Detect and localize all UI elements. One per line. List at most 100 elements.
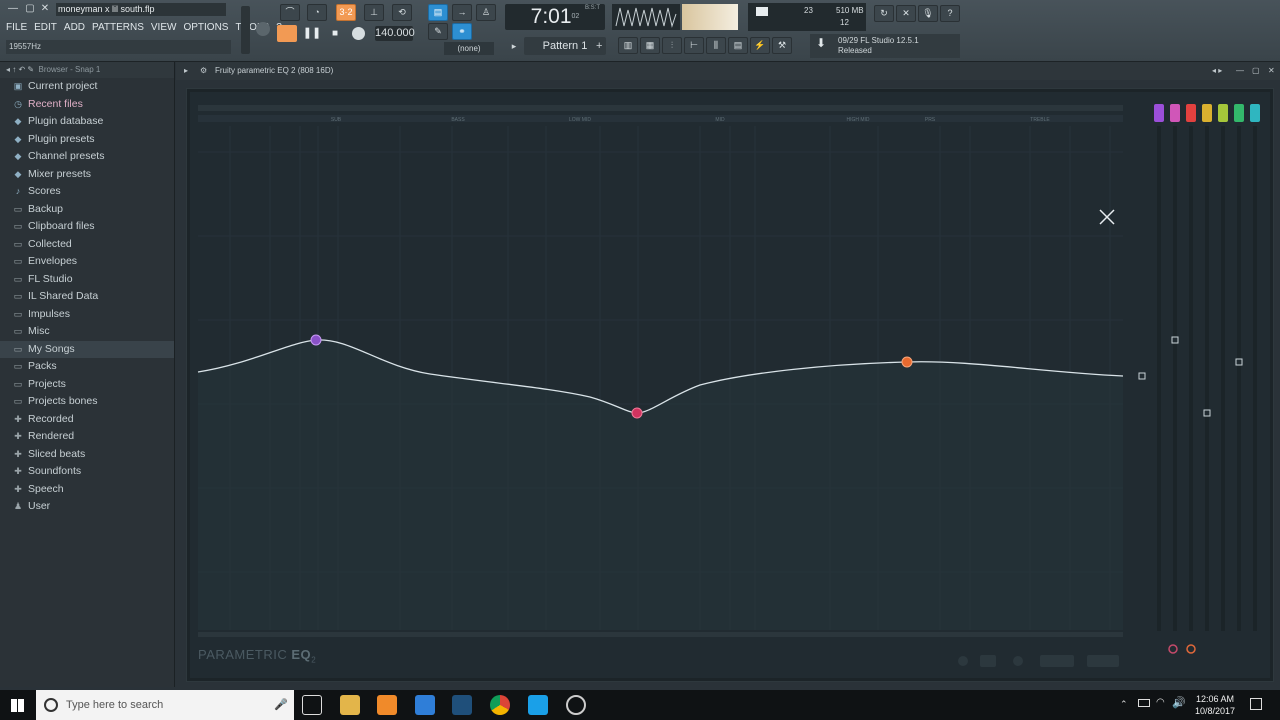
browser-item[interactable]: ✚ Soundfonts <box>0 463 174 481</box>
band-handle-6[interactable] <box>901 356 913 368</box>
band-tab-5[interactable] <box>1218 104 1228 122</box>
app-blue-icon[interactable] <box>415 695 435 715</box>
browser-item[interactable]: ▭ Misc <box>0 323 174 341</box>
browser-item[interactable]: ▭ Collected <box>0 236 174 254</box>
browser-item[interactable]: ▭ Projects <box>0 376 174 394</box>
tempo-display[interactable]: 140.000 <box>375 26 415 41</box>
minimize-icon[interactable]: — <box>7 3 19 15</box>
highcut-knob[interactable] <box>1186 644 1196 654</box>
band-tab-7[interactable] <box>1250 104 1260 122</box>
browser-item[interactable]: ▭ Projects bones <box>0 393 174 411</box>
browser-item[interactable]: ◆ Channel presets <box>0 148 174 166</box>
eq-graph[interactable]: SUB BASS LOW MID MID HIGH MID PRS TREBLE <box>190 92 1270 678</box>
close-icon[interactable]: ✕ <box>39 3 51 15</box>
add-pattern-icon[interactable]: + <box>596 38 608 54</box>
restore-icon[interactable]: ▢ <box>24 3 36 15</box>
skype-icon[interactable] <box>528 695 548 715</box>
menu-edit[interactable]: EDIT <box>34 21 57 35</box>
master-pitch-knob[interactable] <box>256 22 270 36</box>
check-icon[interactable] <box>1013 656 1023 666</box>
band-slider-track[interactable] <box>1189 126 1193 631</box>
notifications-icon[interactable] <box>1250 698 1262 710</box>
menu-add[interactable]: ADD <box>64 21 85 35</box>
browser-item[interactable]: ▭ Impulses <box>0 306 174 324</box>
brush-icon[interactable]: ✎ <box>428 23 448 40</box>
compare-button[interactable] <box>1087 655 1119 667</box>
stop-icon[interactable]: ■ <box>327 25 343 42</box>
browser-item[interactable]: ♟ User <box>0 498 174 516</box>
app-circle-icon[interactable] <box>566 695 586 715</box>
browser-item[interactable]: ◆ Plugin presets <box>0 131 174 149</box>
band-tab-2[interactable] <box>1170 104 1180 122</box>
wait-button[interactable]: ◔ <box>307 4 327 21</box>
windows-start-icon[interactable] <box>11 699 24 712</box>
browser-tree-icon[interactable]: ⊢ <box>684 37 704 54</box>
step-edit-button[interactable]: ⊥ <box>364 4 384 21</box>
menu-options[interactable]: OPTIONS <box>183 21 228 35</box>
browser-item[interactable]: ▭ FL Studio <box>0 271 174 289</box>
browser-item[interactable]: ▣ Current project <box>0 78 174 96</box>
plugin-options-gear-icon[interactable]: ⚙ <box>200 62 207 80</box>
band-tab-4[interactable] <box>1202 104 1212 122</box>
browser-item[interactable]: ✚ Rendered <box>0 428 174 446</box>
plugin-menu-arrow-icon[interactable]: ▸ <box>184 62 188 80</box>
undo-icon[interactable]: ↻ <box>874 5 894 22</box>
browser-item[interactable]: ▭ My Songs <box>0 340 174 358</box>
master-volume-slider[interactable] <box>241 6 250 54</box>
band-level-sliders[interactable] <box>1138 126 1257 631</box>
band-tab-3[interactable] <box>1186 104 1196 122</box>
news-panel[interactable]: ⬇ 09/29 FL Studio 12.5.1 Released <box>810 34 960 58</box>
help-icon[interactable]: ? <box>940 5 960 22</box>
monitor-button[interactable] <box>1040 655 1074 667</box>
pattern-selector[interactable]: Pattern 1 <box>524 37 606 55</box>
master-gain-knob[interactable] <box>1138 372 1146 380</box>
band-3-knob[interactable] <box>631 407 643 419</box>
metronome-button[interactable]: ⌒ <box>280 4 300 21</box>
band-slider-track[interactable] <box>1237 126 1241 631</box>
band-slider-track[interactable] <box>1205 126 1209 631</box>
band-slider-knob[interactable] <box>1235 358 1243 366</box>
plugin-maximize-icon[interactable]: ▢ <box>1252 62 1260 80</box>
loop-record-button[interactable]: ⟲ <box>392 4 412 21</box>
plugin-close-icon[interactable]: ✕ <box>1268 62 1275 80</box>
link-icon[interactable]: ⚭ <box>452 23 472 40</box>
browser-item[interactable]: ▭ Clipboard files <box>0 218 174 236</box>
browser-item[interactable]: ▭ IL Shared Data <box>0 288 174 306</box>
battery-icon[interactable] <box>1138 699 1150 707</box>
browser-item[interactable]: ◷ Recent files <box>0 96 174 114</box>
band-slider-track[interactable] <box>1221 126 1225 631</box>
play-preview-icon[interactable] <box>958 656 968 666</box>
band-handle-1[interactable] <box>310 334 322 346</box>
countdown-button[interactable]: 3·2 <box>336 4 356 21</box>
menu-file[interactable]: FILE <box>6 21 27 35</box>
playlist-icon[interactable]: ▥ <box>618 37 638 54</box>
step-icon[interactable]: → <box>452 4 472 21</box>
band-6-knob[interactable] <box>901 356 913 368</box>
browser-item[interactable]: ◆ Mixer presets <box>0 166 174 184</box>
mic-icon[interactable]: 🎙 <box>918 5 938 22</box>
browser-nav-icon[interactable]: ◂ ↑ ↶ ✎ <box>6 65 39 74</box>
pattern-play-icon[interactable]: ▸ <box>506 38 522 54</box>
file-explorer-icon[interactable] <box>340 695 360 715</box>
band-slider-knob[interactable] <box>1203 409 1211 417</box>
steam-icon[interactable] <box>452 695 472 715</box>
chrome-icon[interactable] <box>490 695 510 715</box>
mic-icon[interactable]: 🎤 <box>274 690 288 720</box>
band-color-tabs[interactable] <box>1154 104 1260 122</box>
browser-item[interactable]: ▭ Envelopes <box>0 253 174 271</box>
pattern-song-toggle[interactable] <box>277 25 297 42</box>
band-slider-knob[interactable] <box>1171 336 1179 344</box>
band-slider-track[interactable] <box>1253 126 1257 631</box>
tray-chevron-icon[interactable]: ⌃ <box>1120 699 1128 710</box>
band-1-knob[interactable] <box>310 334 322 346</box>
typing-keyboard-icon[interactable]: ♙ <box>476 4 496 21</box>
menu-patterns[interactable]: PATTERNS <box>92 21 144 35</box>
browser-item[interactable]: ✚ Speech <box>0 481 174 499</box>
band-tab-6[interactable] <box>1234 104 1244 122</box>
taskbar-search[interactable]: Type here to search 🎤 <box>36 690 294 720</box>
mixer-icon[interactable]: ⫼ <box>706 37 726 54</box>
output-selector[interactable]: (none) <box>444 42 494 55</box>
browser-item[interactable]: ♪ Scores <box>0 183 174 201</box>
piano-roll-icon[interactable]: ▦ <box>640 37 660 54</box>
channel-rack-icon[interactable]: ⫶ <box>662 37 682 54</box>
